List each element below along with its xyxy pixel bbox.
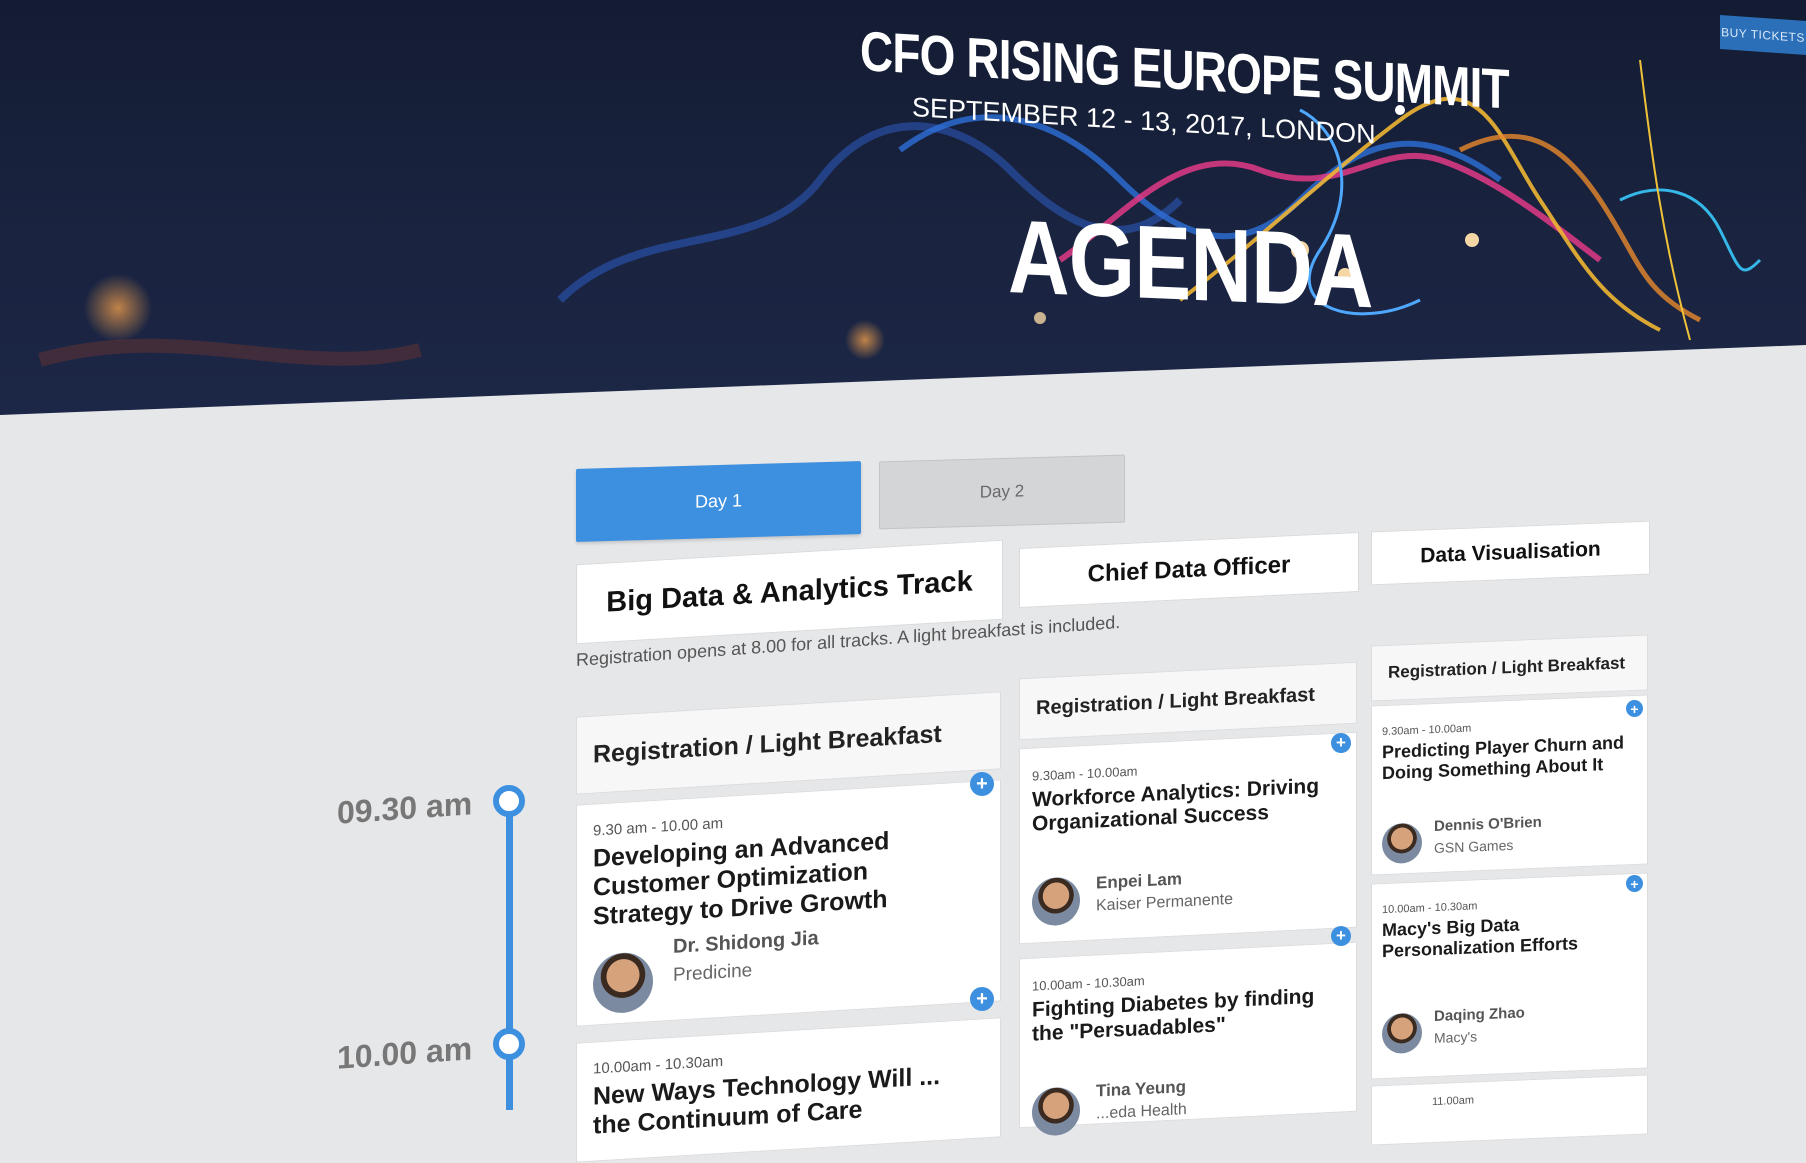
timeline-time: 09.30 am xyxy=(337,785,473,831)
session-title: Fighting Diabetes by finding the "Persua… xyxy=(1032,984,1315,1046)
timeline-dot xyxy=(493,785,525,817)
speaker-org: Macy's xyxy=(1434,1028,1478,1047)
registration-block-col3: Registration / Light Breakfast xyxy=(1371,634,1648,702)
speaker-avatar xyxy=(1032,876,1080,927)
session-time: 9.30am - 10.00am xyxy=(1032,763,1138,784)
registration-block-col2: Registration / Light Breakfast xyxy=(1019,661,1357,741)
speaker-name: Dennis O'Brien xyxy=(1434,813,1542,836)
tab-day-2[interactable]: Day 2 xyxy=(879,454,1125,530)
speaker-name: Dr. Shidong Jia xyxy=(673,927,819,958)
session-card[interactable]: 10.00am - 10.30am Fighting Diabetes by f… xyxy=(1019,941,1357,1137)
session-time: 11.00am xyxy=(1432,1094,1474,1109)
session-time: 9.30 am - 10.00 am xyxy=(593,814,724,840)
speaker-avatar xyxy=(593,951,653,1015)
expand-plus-icon[interactable]: + xyxy=(970,772,994,796)
expand-plus-icon[interactable]: + xyxy=(1331,926,1351,946)
speaker-avatar xyxy=(1382,1012,1422,1055)
session-time: 10.00am - 10.30am xyxy=(1382,900,1478,917)
session-title: Developing an Advanced Customer Optimiza… xyxy=(593,827,890,931)
speaker-name: Daqing Zhao xyxy=(1434,1004,1525,1026)
session-time: 10.00am - 10.30am xyxy=(593,1052,724,1078)
session-time: 10.00am - 10.30am xyxy=(1032,973,1145,994)
expand-plus-icon[interactable]: + xyxy=(1626,875,1643,892)
session-time: 9.30am - 10.00am xyxy=(1382,722,1472,739)
registration-block-col1: Registration / Light Breakfast xyxy=(576,691,1001,795)
expand-plus-icon[interactable]: + xyxy=(1626,700,1643,717)
session-title: Workforce Analytics: Driving Organizatio… xyxy=(1032,774,1320,836)
track-header-data-vis[interactable]: Data Visualisation xyxy=(1371,520,1650,586)
session-card[interactable]: 9.30 am - 10.00 am Developing an Advance… xyxy=(576,779,1001,1027)
timeline-line xyxy=(506,800,513,1110)
session-title: Predicting Player Churn and Doing Someth… xyxy=(1382,732,1625,783)
speaker-name: Enpei Lam xyxy=(1096,869,1182,893)
speaker-avatar xyxy=(1032,1086,1080,1137)
speaker-name: Tina Yeung xyxy=(1096,1077,1187,1101)
session-card[interactable]: 10.00am - 10.30am New Ways Technology Wi… xyxy=(576,1017,1001,1163)
session-card[interactable]: 9.30am - 10.00am Workforce Analytics: Dr… xyxy=(1019,731,1357,945)
expand-plus-icon[interactable]: + xyxy=(1331,733,1351,753)
session-card[interactable]: 9.30am - 10.00am Predicting Player Churn… xyxy=(1371,694,1648,876)
speaker-org: GSN Games xyxy=(1434,836,1514,857)
tab-day-1[interactable]: Day 1 xyxy=(576,461,861,542)
timeline-time: 10.00 am xyxy=(337,1030,473,1076)
agenda-content: Day 1 Day 2 Big Data & Analytics Track C… xyxy=(0,0,1806,1163)
speaker-org: ...eda Health xyxy=(1096,1101,1187,1123)
track-header-cdo[interactable]: Chief Data Officer xyxy=(1019,531,1359,609)
session-card[interactable]: 11.00am xyxy=(1371,1074,1648,1146)
speaker-avatar xyxy=(1382,822,1422,865)
speaker-org: Kaiser Permanente xyxy=(1096,890,1233,915)
expand-plus-icon[interactable]: + xyxy=(970,987,994,1011)
timeline-dot xyxy=(493,1028,525,1060)
speaker-org: Predicine xyxy=(673,960,753,986)
session-title: Macy's Big Data Personalization Efforts xyxy=(1382,914,1579,961)
session-card[interactable]: 10.00am - 10.30am Macy's Big Data Person… xyxy=(1371,872,1648,1080)
